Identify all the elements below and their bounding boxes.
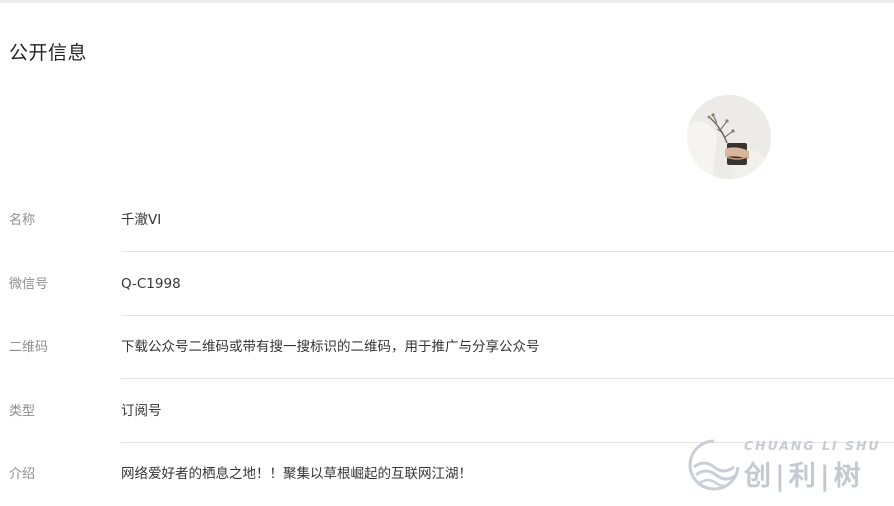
row-label: 名称 — [9, 213, 36, 228]
wave-circle-logo-icon — [688, 439, 740, 491]
section-title: 公开信息 — [9, 42, 88, 64]
top-border — [0, 0, 894, 3]
row-label: 微信号 — [9, 277, 49, 292]
avatar[interactable] — [687, 95, 771, 179]
watermark-latin-text: CHUANG LI SHU — [744, 438, 881, 453]
row-label: 二维码 — [9, 340, 49, 355]
info-row-name: 名称 千澈VI — [0, 189, 894, 252]
watermark-chinese-text: 创|利|树 — [744, 461, 865, 492]
row-value: 网络爱好者的栖息之地！！聚集以草根崛起的互联网江湖！ — [121, 466, 472, 482]
row-value: 千澈VI — [121, 212, 162, 228]
row-label: 介绍 — [9, 467, 36, 482]
row-divider — [121, 378, 894, 379]
qrcode-download-link[interactable]: 下载公众号二维码或带有搜一搜标识的二维码，用于推广与分享公众号 — [121, 316, 540, 379]
row-divider — [121, 251, 894, 252]
watermark: CHUANG LI SHU 创|利|树 — [686, 434, 894, 496]
row-label: 类型 — [9, 404, 36, 419]
row-value: Q-C1998 — [121, 276, 181, 292]
plant-in-hand-photo-icon — [687, 95, 771, 179]
info-row-qrcode: 二维码 下载公众号二维码或带有搜一搜标识的二维码，用于推广与分享公众号 — [0, 316, 894, 379]
info-row-wechat-id: 微信号 Q-C1998 — [0, 253, 894, 316]
row-value: 订阅号 — [121, 403, 162, 419]
